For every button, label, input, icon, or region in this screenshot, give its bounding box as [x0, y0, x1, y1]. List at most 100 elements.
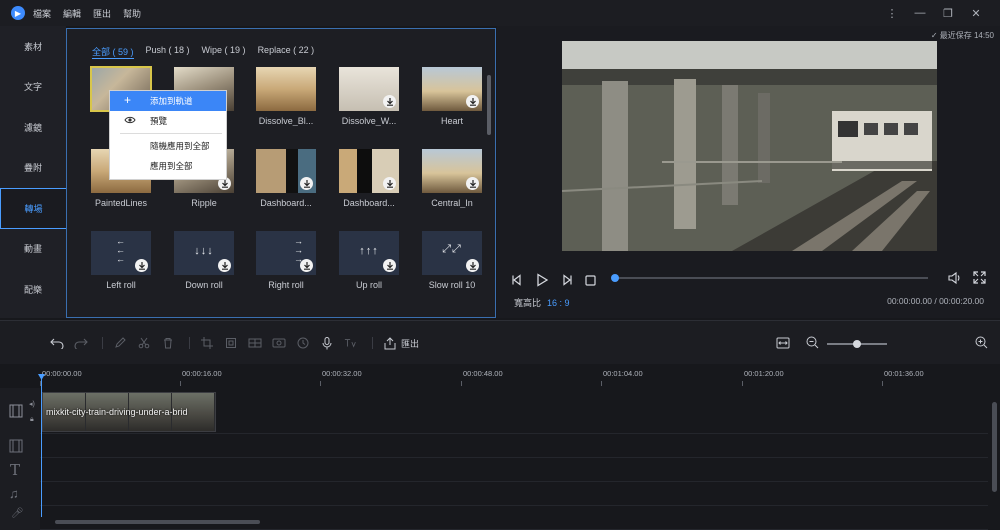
menu-help[interactable]: 幫助 — [123, 7, 141, 20]
eye-icon — [124, 115, 136, 127]
download-icon[interactable] — [300, 177, 313, 190]
transition-thumbnail — [339, 149, 399, 193]
download-icon[interactable] — [466, 177, 479, 190]
stop-icon[interactable] — [585, 274, 596, 288]
transition-tile[interactable]: ⤢⤢ Slow roll 10 — [422, 231, 482, 290]
download-icon[interactable] — [383, 95, 396, 108]
next-frame-icon[interactable] — [561, 274, 573, 288]
menu-export[interactable]: 匯出 — [93, 7, 111, 20]
zoom-slider-handle[interactable] — [853, 339, 861, 348]
menu-edit[interactable]: 編輯 — [63, 7, 81, 20]
tab-wipe[interactable]: Wipe ( 19 ) — [202, 45, 246, 59]
menu-random-apply-all[interactable]: 隨機應用到全部 — [110, 136, 226, 156]
text-to-speech-icon[interactable] — [344, 336, 358, 350]
video-clip[interactable]: mixkit-city-train-driving-under-a-brid — [42, 392, 216, 432]
pencil-icon[interactable] — [113, 336, 127, 350]
prev-frame-icon[interactable] — [511, 274, 523, 288]
fit-timeline-icon[interactable] — [776, 337, 790, 351]
more-icon[interactable]: ⋮ — [878, 7, 906, 20]
transition-thumbnail: ← ← ← — [91, 231, 151, 275]
close-icon[interactable]: ✕ — [962, 7, 990, 20]
timeline-ruler[interactable]: 00:00:00.00 00:00:16.00 00:00:32.00 00:0… — [40, 364, 1000, 388]
sidebar-item-overlays[interactable]: 疊附 — [0, 148, 66, 189]
sidebar-item-media[interactable]: 素材 — [0, 26, 66, 67]
transition-tile[interactable]: Dissolve_W... — [339, 67, 399, 126]
aspect-ratio-label: 寬高比 — [514, 298, 542, 308]
aspect-ratio-value[interactable]: 16 : 9 — [547, 298, 570, 308]
undo-icon[interactable] — [50, 336, 64, 350]
autosave-label: 最近保存 14:50 — [939, 31, 994, 40]
video-frame[interactable] — [562, 41, 937, 251]
sidebar-item-text[interactable]: 文字 — [0, 67, 66, 108]
crop-icon[interactable] — [200, 336, 214, 350]
timeline-horizontal-scrollbar[interactable] — [55, 520, 260, 524]
export-button[interactable]: 匯出 — [401, 337, 419, 350]
speaker-icon[interactable]: ◂) — [29, 400, 35, 408]
tab-all[interactable]: 全部 ( 59 ) — [92, 45, 134, 59]
transition-tile[interactable]: Dashboard... — [256, 149, 316, 208]
menu-file[interactable]: 檔案 — [33, 7, 51, 20]
transition-thumbnail — [256, 67, 316, 111]
sidebar-item-transitions[interactable]: 轉場 — [0, 188, 66, 229]
context-menu: + 添加到軌道 預覽 隨機應用到全部 應用到全部 — [109, 90, 227, 180]
toolbar-divider — [102, 337, 103, 349]
microphone-icon[interactable] — [320, 336, 334, 350]
transition-tile[interactable]: → → → Right roll — [256, 231, 316, 290]
transition-tile[interactable]: Dashboard... — [339, 149, 399, 208]
zoom-controls — [776, 336, 988, 351]
extra-track[interactable] — [40, 506, 988, 530]
zoom-out-icon[interactable] — [806, 336, 819, 351]
transition-tile[interactable]: Central_In — [422, 149, 482, 208]
transition-label: Dashboard... — [260, 198, 312, 208]
sidebar-item-animations[interactable]: 動畫 — [0, 229, 66, 270]
menu-preview[interactable]: 預覽 — [110, 111, 226, 131]
minimize-icon[interactable]: — — [906, 7, 934, 19]
music-track[interactable] — [40, 482, 988, 506]
transition-tile[interactable]: Dissolve_Bl... — [256, 67, 316, 126]
overlay-track[interactable] — [40, 434, 988, 458]
autosave-status: ✓ 最近保存 14:50 — [931, 30, 994, 41]
panel-scrollbar[interactable] — [487, 75, 491, 135]
seek-bar[interactable] — [611, 274, 928, 282]
zoom-in-icon[interactable] — [975, 336, 988, 351]
fullscreen-icon[interactable] — [973, 271, 986, 287]
menu-add-to-track[interactable]: + 添加到軌道 — [110, 91, 226, 111]
timeline-vertical-scrollbar[interactable] — [992, 402, 997, 492]
download-icon[interactable] — [466, 95, 479, 108]
download-icon[interactable] — [218, 259, 231, 272]
music-track-header: ♫ — [0, 482, 40, 506]
tab-push[interactable]: Push ( 18 ) — [146, 45, 190, 59]
export-icon[interactable] — [383, 336, 397, 350]
sidebar-item-filters[interactable]: 濾鏡 — [0, 107, 66, 148]
transition-tile[interactable]: ↑↑↑ Up roll — [339, 231, 399, 290]
playhead[interactable] — [41, 377, 42, 517]
zoom-slider[interactable] — [827, 339, 887, 348]
trash-icon[interactable] — [161, 336, 175, 350]
text-track[interactable] — [40, 458, 988, 482]
play-icon[interactable] — [535, 273, 549, 289]
transition-tile[interactable]: Heart — [422, 67, 482, 126]
download-icon[interactable] — [135, 259, 148, 272]
split-screen-icon[interactable] — [248, 336, 262, 350]
lock-icon[interactable]: 🔒︎ — [30, 416, 34, 424]
restore-icon[interactable]: ❐ — [934, 7, 962, 20]
redo-icon[interactable] — [74, 336, 88, 350]
download-icon[interactable] — [466, 259, 479, 272]
seek-handle[interactable] — [611, 274, 619, 282]
menu-apply-all[interactable]: 應用到全部 — [110, 156, 226, 176]
scissors-icon[interactable] — [137, 336, 151, 350]
overlay-track-header — [0, 434, 40, 458]
volume-icon[interactable] — [947, 271, 961, 287]
mosaic-icon[interactable] — [272, 336, 286, 350]
clock-icon[interactable] — [296, 336, 310, 350]
category-sidebar: 素材 文字 濾鏡 疊附 轉場 動畫 配樂 — [0, 26, 66, 318]
transition-thumbnail: ⤢⤢ — [422, 231, 482, 275]
download-icon[interactable] — [383, 259, 396, 272]
transform-icon[interactable] — [224, 336, 238, 350]
download-icon[interactable] — [300, 259, 313, 272]
sidebar-item-music[interactable]: 配樂 — [0, 269, 66, 310]
transition-tile[interactable]: ↓↓↓ Down roll — [174, 231, 234, 290]
tab-replace[interactable]: Replace ( 22 ) — [258, 45, 315, 59]
transition-tile[interactable]: ← ← ← Left roll — [91, 231, 151, 290]
download-icon[interactable] — [383, 177, 396, 190]
